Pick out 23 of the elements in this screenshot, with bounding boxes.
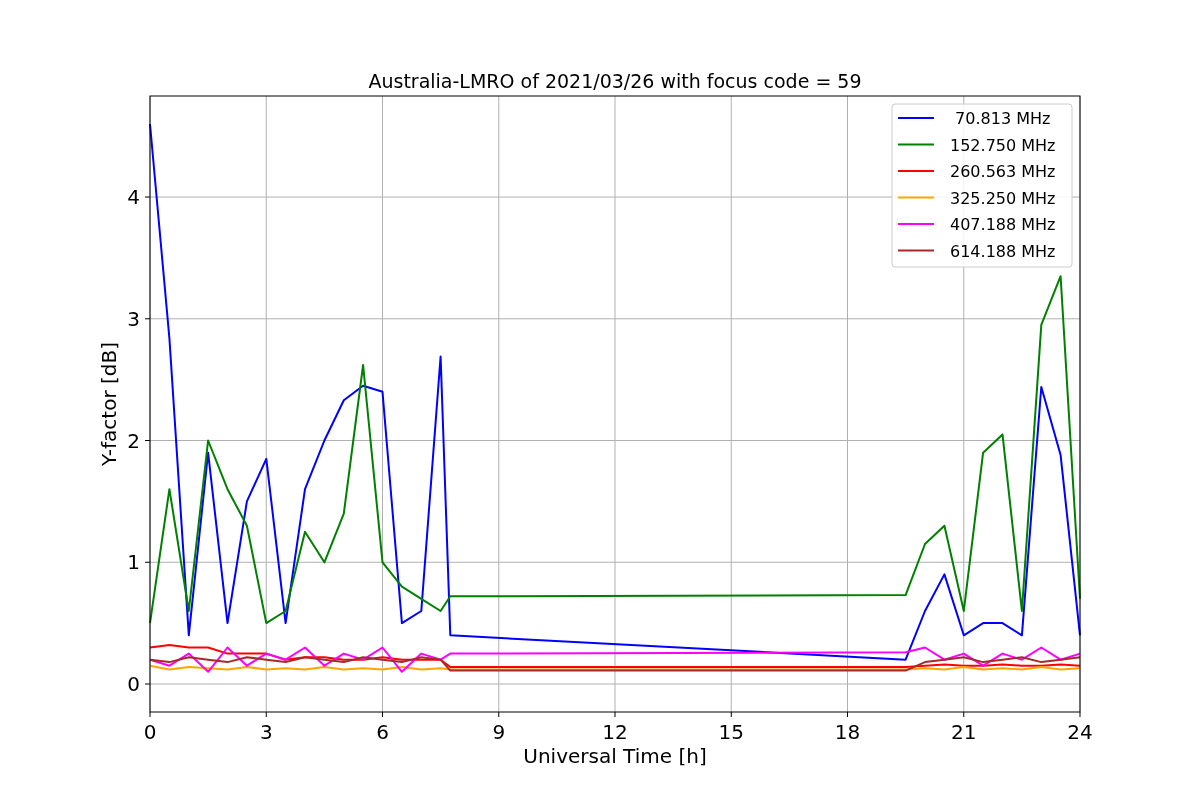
y-tick-label: 1	[127, 550, 140, 575]
x-tick-label: 0	[143, 720, 157, 744]
legend-label: 407.188 MHz	[950, 215, 1056, 234]
y-tick-label: 2	[127, 428, 140, 453]
y-tick-label: 0	[127, 672, 140, 696]
legend-label: 70.813 MHz	[955, 109, 1051, 128]
y-tick-label: 3	[127, 306, 140, 331]
x-tick-label: 3	[259, 720, 273, 744]
x-tick-label: 21	[951, 720, 977, 744]
x-tick-label: 15	[718, 720, 744, 744]
y-tick-label: 4	[127, 185, 140, 210]
x-tick-label: 18	[834, 720, 861, 744]
x-tick-label: 9	[492, 720, 506, 744]
x-tick-label: 24	[1067, 720, 1093, 744]
x-tick-label: 6	[376, 720, 389, 744]
legend-label: 152.750 MHz	[950, 135, 1056, 155]
x-tick-label: 12	[602, 720, 628, 744]
chart-title: Australia-LMRO of 2021/03/26 with focus code = 59	[368, 70, 862, 92]
x-axis-label: Universal Time [h]	[523, 744, 707, 768]
legend-label: 614.188 MHz	[950, 241, 1056, 261]
y-axis-label: Y-factor [dB]	[97, 342, 121, 466]
legend-label: 325.250 MHz	[950, 188, 1056, 208]
legend-label: 260.563 MHz	[950, 162, 1056, 181]
